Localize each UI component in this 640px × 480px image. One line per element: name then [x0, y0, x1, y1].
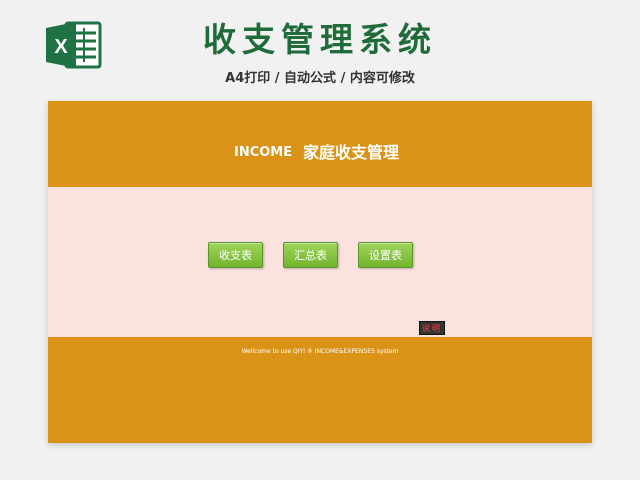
summary-button[interactable]: 汇总表: [283, 242, 338, 268]
footer: Wellcome to use QIYI ® INCOME&EXPENSES s…: [48, 337, 592, 443]
app-window: INCOME 家庭收支管理 收支表 汇总表 设置表 说明 Wellcome to…: [48, 101, 592, 443]
document-header: X 收支管理系统 A4打印 / 自动公式 / 内容可修改: [0, 0, 640, 100]
excel-logo-letter: X: [54, 36, 68, 58]
settings-button[interactable]: 设置表: [358, 242, 413, 268]
help-button[interactable]: 说明: [419, 321, 445, 335]
page-title: 收支管理系统: [203, 20, 437, 59]
banner: INCOME 家庭收支管理: [48, 101, 592, 187]
welcome-text: Wellcome to use QIYI ® INCOME&EXPENSES s…: [241, 348, 399, 355]
menu-panel: 收支表 汇总表 设置表 说明: [48, 187, 592, 337]
page-subtitle: A4打印 / 自动公式 / 内容可修改: [225, 71, 415, 86]
income-label: INCOME: [234, 145, 293, 160]
excel-logo-icon: X: [46, 21, 102, 69]
banner-title: 家庭收支管理: [303, 143, 400, 162]
income-expense-button[interactable]: 收支表: [208, 242, 263, 268]
